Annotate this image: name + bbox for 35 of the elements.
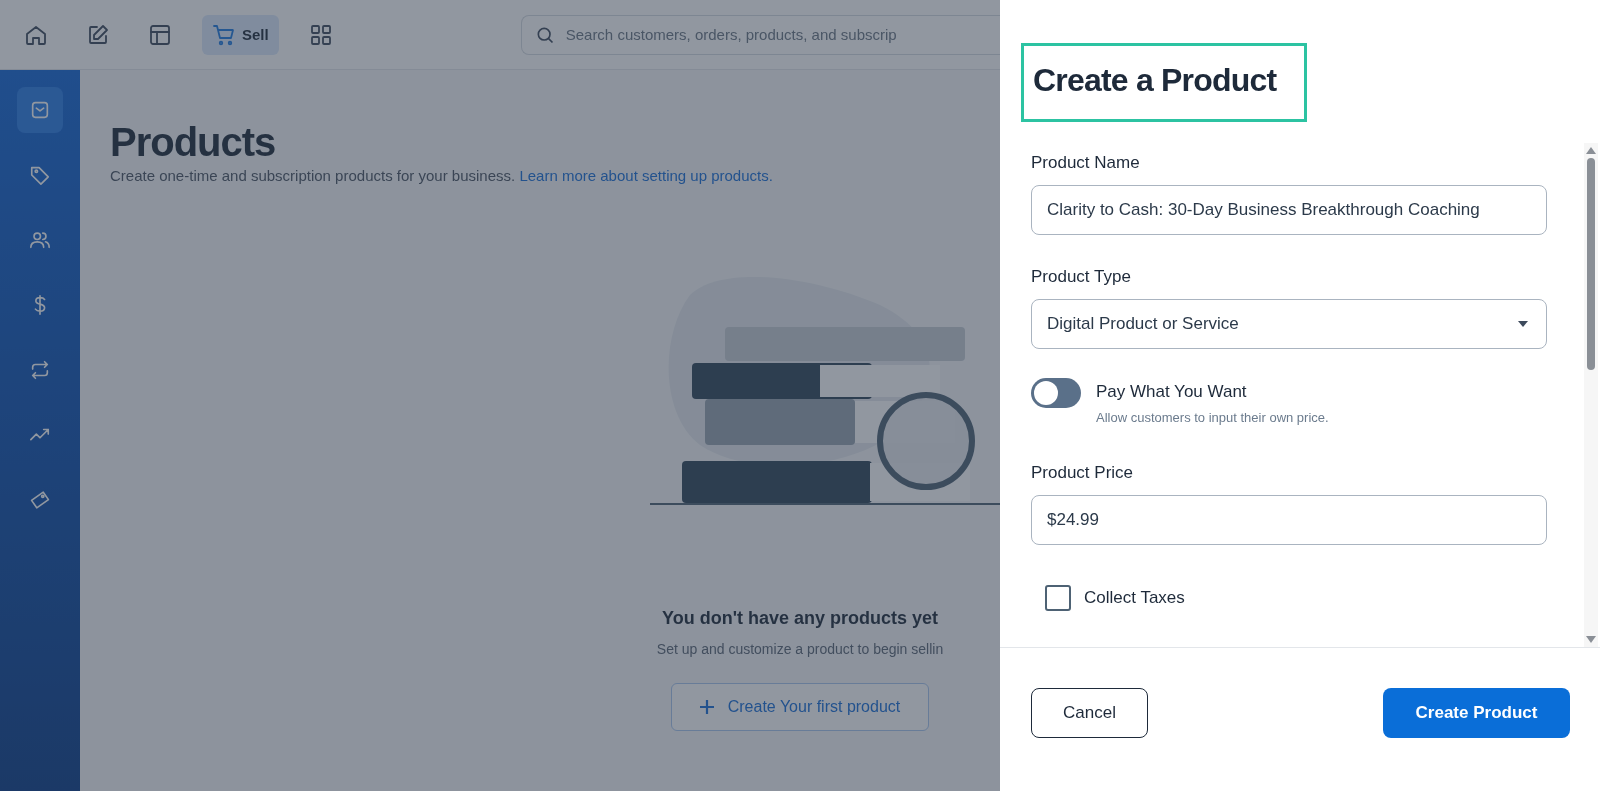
toggle-switch[interactable] — [1031, 378, 1081, 408]
users-icon — [29, 229, 51, 251]
ticket-icon — [29, 489, 51, 511]
sidebar-item[interactable] — [17, 87, 63, 133]
checkbox-label: Collect Taxes — [1084, 588, 1185, 608]
page-title: Products — [110, 120, 277, 165]
edit-icon — [86, 22, 110, 47]
caret-icon — [1518, 321, 1528, 327]
cancel-button[interactable]: Cancel — [1031, 688, 1148, 738]
input-field[interactable]: Clarity to Cash: 30-Day Business Breakthrough Coaching — [1031, 185, 1547, 235]
tag-icon — [29, 164, 51, 186]
empty-state-heading: You don't have any products yet — [662, 608, 938, 629]
cart-icon — [212, 22, 236, 47]
sell-tab[interactable]: Sell — [202, 14, 279, 55]
scroll-down-arrow[interactable] — [1586, 636, 1596, 643]
calendar-icon — [29, 99, 51, 121]
drawer-title: Create a Product — [1021, 43, 1308, 122]
empty-state-text: Set up and customize a product to begin sellin — [656, 641, 944, 657]
plus-icon — [699, 700, 714, 714]
field-label: Product Price — [1031, 463, 1135, 483]
create-product-button[interactable]: Create Product — [1383, 688, 1570, 738]
toggle-label: Pay What You Want — [1096, 382, 1248, 402]
grid-icon — [308, 22, 333, 47]
checkbox[interactable] — [1045, 585, 1071, 611]
field-label: Product Name — [1031, 153, 1141, 173]
input-field[interactable]: $24.99 — [1031, 495, 1547, 545]
arrows-icon — [29, 359, 51, 381]
product-type-dropdown[interactable]: Digital Product or Service — [1031, 299, 1547, 349]
scroll-up-arrow[interactable] — [1586, 147, 1596, 154]
layout-icon — [148, 22, 172, 47]
toggle-hint: Allow customers to input their own price. — [1096, 410, 1329, 425]
search-field[interactable]: Search customers, orders, products, and subscrip — [520, 14, 1000, 55]
scrollbar-thumb[interactable] — [1587, 158, 1595, 370]
field-label: Product Type — [1031, 267, 1132, 287]
page-subtitle: Create one-time and subscription products for your business. — [110, 167, 516, 184]
